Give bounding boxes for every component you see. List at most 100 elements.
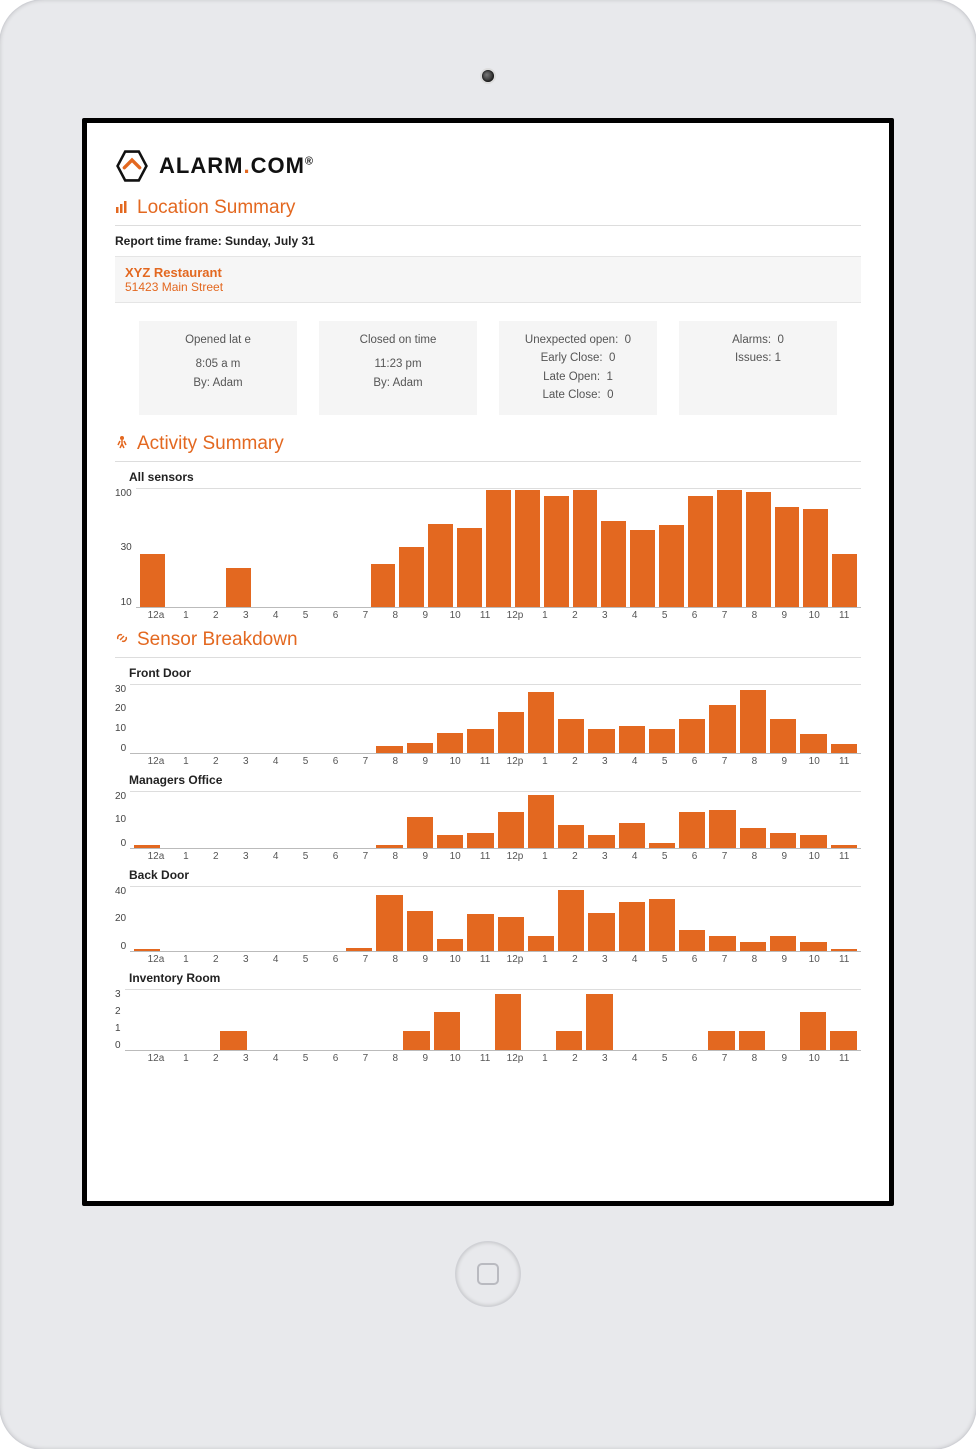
chart-bar <box>140 554 165 607</box>
chart-bar <box>659 525 684 607</box>
sensor-breakdown-header: Sensor Breakdown <box>115 629 861 658</box>
location-address: 51423 Main Street <box>125 280 851 294</box>
chart-bar <box>399 547 424 607</box>
chart-label-all: All sensors <box>129 470 861 484</box>
chart-bar <box>649 899 675 951</box>
chart-bar <box>830 1031 857 1050</box>
chart-bar <box>588 913 614 951</box>
chart-bar <box>588 729 614 753</box>
chart-bar <box>376 746 402 753</box>
chart-bar <box>134 845 160 848</box>
chart-label-inventory: Inventory Room <box>129 971 861 985</box>
chart-bar <box>573 490 598 607</box>
open-card: Opened lat e 8:05 a m By: Adam <box>139 321 297 415</box>
chart-bar <box>558 825 584 848</box>
chart-all-sensors: 1003010 <box>115 488 861 608</box>
stat-cards: Opened lat e 8:05 a m By: Adam Closed on… <box>115 321 861 425</box>
chart-bar <box>407 817 433 848</box>
chart-front-door: 3020100 <box>115 684 861 754</box>
chart-bar <box>770 833 796 848</box>
link-icon <box>115 629 129 651</box>
chart-bar <box>708 1031 735 1050</box>
report-time-frame: Report time frame: Sunday, July 31 <box>115 234 861 248</box>
chart-label-back: Back Door <box>129 868 861 882</box>
chart-bar <box>746 492 771 607</box>
chart-bar <box>498 812 524 848</box>
chart-bar <box>556 1031 583 1050</box>
chart-bar <box>770 936 796 951</box>
chart-bar <box>800 1012 827 1050</box>
chart-bar <box>588 835 614 848</box>
chart-bar <box>498 712 524 753</box>
chart-bar <box>803 509 828 607</box>
chart-bar <box>619 902 645 951</box>
chart-bar <box>800 942 826 951</box>
chart-bar <box>630 530 655 607</box>
chart-bar <box>832 554 857 607</box>
chart-bar <box>467 833 493 848</box>
chart-label-front: Front Door <box>129 666 861 680</box>
chart-bar <box>437 733 463 753</box>
location-summary-header: Location Summary <box>115 197 861 226</box>
chart-bar <box>495 994 522 1050</box>
chart-bar <box>498 917 524 951</box>
chart-bar <box>740 828 766 848</box>
chart-bar <box>740 942 766 951</box>
chart-bar <box>544 496 569 607</box>
chart-bar <box>739 1031 766 1050</box>
chart-bar <box>800 734 826 753</box>
chart-bar <box>407 911 433 951</box>
chart-bar <box>528 795 554 848</box>
chart-bar <box>679 719 705 753</box>
chart-bar <box>709 810 735 848</box>
brand-text: ALARM.COM® <box>159 153 314 179</box>
chart-bar <box>601 521 626 607</box>
chart-bar <box>775 507 800 607</box>
chart-bar <box>558 719 584 753</box>
chart-inventory-room: 3210 <box>115 989 861 1051</box>
chart-bar <box>831 744 857 753</box>
chart-bar <box>407 743 433 753</box>
chart-bar <box>800 835 826 848</box>
chart-bar <box>679 812 705 848</box>
chart-bar <box>226 568 251 607</box>
chart-bar <box>467 729 493 753</box>
chart-bar <box>586 994 613 1050</box>
bar-chart-icon <box>115 200 129 217</box>
chart-bar <box>619 726 645 753</box>
chart-bar <box>831 845 857 848</box>
screen: ALARM.COM® Location Summary Report time … <box>82 118 894 1206</box>
tablet-bezel: ALARM.COM® Location Summary Report time … <box>32 32 944 1417</box>
chart-managers-office: 20100 <box>115 791 861 849</box>
chart-bar <box>770 719 796 753</box>
location-bar: XYZ Restaurant 51423 Main Street <box>115 256 861 303</box>
chart-bar <box>437 939 463 951</box>
chart-bar <box>717 490 742 607</box>
tablet-frame: ALARM.COM® Location Summary Report time … <box>0 0 976 1449</box>
camera-icon <box>482 70 494 82</box>
chart-bar <box>437 835 463 848</box>
chart-bar <box>376 845 402 848</box>
chart-bar <box>649 843 675 848</box>
close-card: Closed on time 11:23 pm By: Adam <box>319 321 477 415</box>
chart-label-managers: Managers Office <box>129 773 861 787</box>
chart-bar <box>428 524 453 607</box>
chart-bar <box>558 890 584 951</box>
person-icon <box>115 433 129 455</box>
ops-card: Unexpected open: 0 Early Close: 0 Late O… <box>499 321 657 415</box>
chart-bar <box>457 528 482 607</box>
brand-logo: ALARM.COM® <box>115 149 861 183</box>
chart-bar <box>371 564 396 607</box>
chart-bar <box>709 936 735 951</box>
logo-icon <box>115 149 149 183</box>
activity-summary-header: Activity Summary <box>115 433 861 462</box>
chart-bar <box>134 949 160 951</box>
chart-bar <box>619 823 645 848</box>
chart-bar <box>467 914 493 951</box>
chart-bar <box>528 692 554 753</box>
home-button[interactable] <box>456 1242 520 1306</box>
chart-bar <box>403 1031 430 1050</box>
chart-bar <box>649 729 675 753</box>
chart-bar <box>434 1012 461 1050</box>
chart-bar <box>679 930 705 951</box>
